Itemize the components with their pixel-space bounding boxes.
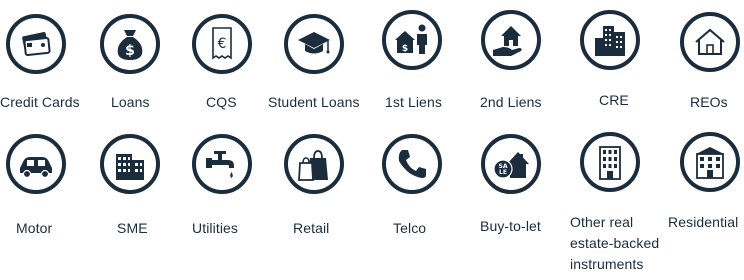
label-cre: CRE xyxy=(599,92,629,108)
svg-text:LE: LE xyxy=(499,169,507,176)
label-motor: Motor xyxy=(16,220,53,236)
svg-text:$: $ xyxy=(125,43,135,59)
credit-cards-icon xyxy=(6,14,66,74)
factory-building-icon xyxy=(100,134,160,194)
sale-house-icon: SA LE xyxy=(481,134,541,194)
graduation-cap-icon xyxy=(284,14,344,74)
label-utilities: Utilities xyxy=(192,220,239,236)
label-line-1: Other real xyxy=(570,214,634,230)
car-icon xyxy=(6,134,66,194)
label-other-real-estate: Other real estate-backed instruments xyxy=(570,212,666,275)
label-1st-liens: 1st Liens xyxy=(385,94,442,110)
water-tap-icon xyxy=(192,134,252,194)
svg-text:€: € xyxy=(218,36,227,52)
money-bag-icon: $ xyxy=(100,14,160,74)
label-reos: REOs xyxy=(690,94,728,110)
tall-building-icon xyxy=(580,132,640,192)
label-sme: SME xyxy=(117,220,148,236)
label-student-loans: Student Loans xyxy=(268,94,360,110)
label-telco: Telco xyxy=(393,220,427,236)
label-credit-cards: Credit Cards xyxy=(0,94,80,110)
house-person-icon: $ xyxy=(382,10,442,70)
telephone-icon xyxy=(382,134,442,194)
house-outline-icon xyxy=(680,12,740,72)
label-residential: Residential xyxy=(668,214,739,230)
label-loans: Loans xyxy=(111,94,150,110)
apartment-building-icon xyxy=(680,132,740,192)
shopping-bags-icon xyxy=(284,134,344,194)
office-buildings-icon xyxy=(580,10,640,70)
label-buy-to-let: Buy-to-let xyxy=(480,218,541,234)
label-retail: Retail xyxy=(293,220,330,236)
euro-receipt-icon: € xyxy=(192,14,252,74)
label-2nd-liens: 2nd Liens xyxy=(480,94,542,110)
label-line-3: instruments xyxy=(570,256,644,272)
svg-text:$: $ xyxy=(402,44,408,54)
label-cqs: CQS xyxy=(206,94,237,110)
label-line-2: estate-backed xyxy=(570,235,660,251)
asset-class-grid: Credit Cards $ Loans € CQS Student Loans… xyxy=(0,0,744,280)
house-in-hand-icon xyxy=(481,10,541,70)
